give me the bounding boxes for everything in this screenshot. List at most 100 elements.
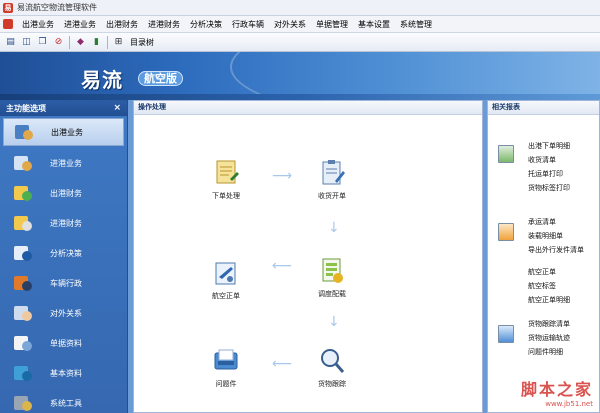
sidebar-item-external[interactable]: 对外关系 xyxy=(0,298,127,328)
sidebar-item-label: 进港业务 xyxy=(50,158,82,168)
flow-node-label: 货物跟踪 xyxy=(318,380,346,388)
arrow-left-icon: ⟵ xyxy=(272,356,293,372)
menu-item-inbound[interactable]: 进港业务 xyxy=(59,19,101,30)
app-logo-icon: 易 xyxy=(3,2,13,13)
sidebar-item-inbound-finance[interactable]: 进港财务 xyxy=(0,208,127,238)
stop-icon[interactable]: ⊘ xyxy=(52,36,65,49)
sidebar: 主功能选项 × 出港业务 进港业务 出港财务 进港财务 分析决策 车辆行政 对外… xyxy=(0,100,128,413)
brand-edition-badge: 航空版 xyxy=(138,71,183,86)
sidebar-item-outbound-finance[interactable]: 出港财务 xyxy=(0,178,127,208)
inbox-tray-icon xyxy=(213,347,239,375)
report-link[interactable]: 问题件明细 xyxy=(528,347,563,357)
sidebar-item-inbound[interactable]: 进港业务 xyxy=(0,148,127,178)
sidebar-item-basic-data[interactable]: 基本资料 xyxy=(0,358,127,388)
report-link[interactable]: 出港下单明细 xyxy=(528,141,570,151)
menu-item-vehicles[interactable]: 行政车辆 xyxy=(227,19,269,30)
sidebar-title: 主功能选项 xyxy=(6,103,46,113)
directory-tree-button[interactable]: 目录树 xyxy=(130,37,154,48)
sidebar-item-label: 进港财务 xyxy=(50,218,82,228)
window-icon[interactable]: ▤ xyxy=(4,36,17,49)
cascade-icon[interactable]: ❐ xyxy=(36,36,49,49)
sidebar-item-label: 车辆行政 xyxy=(50,278,82,288)
report-orange-icon xyxy=(498,223,514,241)
flow-node-tracking[interactable]: 货物跟踪 xyxy=(302,347,362,389)
arrow-right-icon: ⟶ xyxy=(272,168,293,184)
report-blue-icon xyxy=(498,325,514,343)
report-green-icon xyxy=(498,145,514,163)
watermark: 脚本之家 www.jb51.net xyxy=(521,376,593,408)
user-desk-icon xyxy=(12,153,34,173)
truck-icon xyxy=(12,273,34,293)
sidebar-item-outbound[interactable]: 出港业务 xyxy=(3,118,124,146)
workflow-panel: 操作处理 下单处理 ⟶ 收货开单 ↓ 航空正单 ⟵ 调度配载 ↓ 问题件 ⟵ 货… xyxy=(133,100,483,413)
sidebar-item-label: 出港财务 xyxy=(50,188,82,198)
menu-item-inbound-finance[interactable]: 进港财务 xyxy=(143,19,185,30)
report-link[interactable]: 航空正单 xyxy=(528,267,556,277)
flow-node-label: 问题件 xyxy=(215,380,237,388)
book-icon[interactable]: ◆ xyxy=(74,36,87,49)
sidebar-item-analysis[interactable]: 分析决策 xyxy=(0,238,127,268)
user-desk-icon xyxy=(13,122,35,142)
brand-logo-text: 易流 xyxy=(81,68,123,92)
flow-node-dispatch[interactable]: 调度配载 xyxy=(302,257,362,299)
menu-item-settings[interactable]: 基本设置 xyxy=(353,19,395,30)
menu-item-analysis[interactable]: 分析决策 xyxy=(185,19,227,30)
report-link[interactable]: 货物运输轨迹 xyxy=(528,333,570,343)
report-link[interactable]: 托运单打印 xyxy=(528,169,563,179)
flow-node-label: 航空正单 xyxy=(212,292,240,300)
dispatch-sheet-icon xyxy=(319,257,345,285)
notepad-icon xyxy=(213,159,239,187)
menu-item-system[interactable]: 系统管理 xyxy=(395,19,437,30)
watermark-url: www.jb51.net xyxy=(545,400,593,408)
sidebar-item-documents[interactable]: 单据资料 xyxy=(0,328,127,358)
report-link[interactable]: 收货清单 xyxy=(528,155,556,165)
report-link[interactable]: 货物跟踪清单 xyxy=(528,319,570,329)
window-title: 易流航空物流管理软件 xyxy=(17,3,97,12)
flow-node-label: 下单处理 xyxy=(212,192,240,200)
watermark-logo: 脚本之家 xyxy=(520,380,593,399)
banner-decoration xyxy=(230,52,600,100)
finance-folder-icon xyxy=(12,213,34,233)
toolbar-divider xyxy=(107,35,108,49)
report-link[interactable]: 航空标签 xyxy=(528,281,556,291)
menu-item-outbound-finance[interactable]: 出港财务 xyxy=(101,19,143,30)
sidebar-item-system-tools[interactable]: 系统工具 xyxy=(0,388,127,413)
menu-bar: 出港业务 进港业务 出港财务 进港财务 分析决策 行政车辆 对外关系 单据管理 … xyxy=(0,16,600,33)
menu-item-documents[interactable]: 单据管理 xyxy=(311,19,353,30)
sidebar-item-label: 出港业务 xyxy=(51,127,83,137)
handshake-icon xyxy=(12,303,34,323)
magnifier-icon xyxy=(319,347,345,375)
document-icon xyxy=(12,333,34,353)
flow-node-label: 调度配载 xyxy=(318,290,346,298)
report-link[interactable]: 装载明细单 xyxy=(528,231,563,241)
related-reports-title: 相关报表 xyxy=(488,101,599,115)
sidebar-item-label: 基本资料 xyxy=(50,368,82,378)
menu-app-icon[interactable] xyxy=(3,19,13,29)
toolbar: ▤ ◫ ❐ ⊘ ◆ ▮ ⊞ 目录树 xyxy=(0,33,600,52)
flow-node-airbill[interactable]: 航空正单 xyxy=(196,259,256,301)
title-bar: 易 易流航空物流管理软件 xyxy=(0,0,600,16)
arrow-left-icon: ⟵ xyxy=(272,258,293,274)
menu-item-external[interactable]: 对外关系 xyxy=(269,19,311,30)
report-link[interactable]: 航空正单明细 xyxy=(528,295,570,305)
arrow-down-icon: ↓ xyxy=(328,314,340,330)
sidebar-item-vehicles[interactable]: 车辆行政 xyxy=(0,268,127,298)
tools-icon xyxy=(12,393,34,413)
airbill-icon xyxy=(213,259,239,287)
flow-node-receive[interactable]: 收货开单 xyxy=(302,159,362,201)
analysis-icon xyxy=(12,243,34,263)
sidebar-item-label: 对外关系 xyxy=(50,308,82,318)
database-icon xyxy=(12,363,34,383)
sidebar-item-label: 系统工具 xyxy=(50,398,82,408)
close-icon[interactable]: × xyxy=(113,103,121,113)
report-link[interactable]: 承运清单 xyxy=(528,217,556,227)
menu-item-outbound[interactable]: 出港业务 xyxy=(17,19,59,30)
report-link[interactable]: 货物标签打印 xyxy=(528,183,570,193)
columns-icon[interactable]: ◫ xyxy=(20,36,33,49)
flow-node-problem[interactable]: 问题件 xyxy=(196,347,256,389)
report-link[interactable]: 导出外行发件清单 xyxy=(528,245,584,255)
tree-icon[interactable]: ⊞ xyxy=(112,36,125,49)
flow-node-order[interactable]: 下单处理 xyxy=(196,159,256,201)
chart-icon[interactable]: ▮ xyxy=(90,36,103,49)
sidebar-header: 主功能选项 × xyxy=(0,100,127,116)
